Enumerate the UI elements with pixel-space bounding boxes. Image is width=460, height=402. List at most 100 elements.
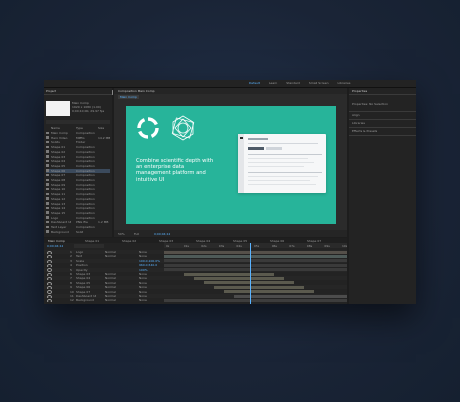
layer-row[interactable]: 3 Scale 100.0,100.0% [44,258,347,263]
label-color-swatch[interactable] [46,164,49,167]
layer-row[interactable]: 6 Shape 03 Normal None [44,272,347,276]
workspace-tab[interactable]: Standard [286,81,300,85]
zoom-select[interactable]: 50% [118,232,125,236]
label-color-swatch[interactable] [46,225,49,228]
column-header-name[interactable]: Name [51,126,60,130]
composition-canvas[interactable]: Combine scientific depth with an enterpr… [126,106,336,224]
label-color-swatch[interactable] [46,187,49,191]
layer-row[interactable]: 2 Text Normal None [44,254,347,259]
layer-name[interactable]: Shape 07 [76,290,90,294]
label-color-swatch[interactable] [46,192,49,196]
layer-name[interactable]: Logo [76,250,83,254]
project-item[interactable]: Shape 10 Composition [46,187,110,191]
layer-parent[interactable]: None [139,250,147,254]
layer-parent[interactable]: None [139,298,147,302]
project-search-input[interactable] [46,120,110,124]
layer-row[interactable]: 8 Shape 05 Normal None [44,281,347,285]
project-item[interactable]: Shape 13 Composition [46,202,110,206]
label-color-swatch[interactable] [46,216,49,219]
resolution-select[interactable]: Full [134,232,139,236]
label-color-swatch[interactable] [46,131,49,134]
project-item[interactable]: Logo Composition [46,216,110,220]
layer-blend-mode[interactable]: Normal [105,254,116,258]
project-item[interactable]: Shape 11 Composition [46,192,110,196]
viewer-tab-title[interactable]: Composition Main Comp [118,89,155,93]
layer-blend-mode[interactable]: Normal [105,294,116,298]
project-item[interactable]: Shape 14 Composition [46,206,110,210]
playhead[interactable] [250,243,251,304]
layer-row[interactable]: 7 Shape 04 Normal None [44,276,347,281]
layer-name[interactable]: Text [76,254,82,258]
project-item[interactable]: Solids Folder [46,140,110,144]
project-item[interactable]: Shape 06 Composition [46,168,110,173]
layer-parent[interactable]: None [139,272,147,276]
layer-blend-mode[interactable]: Normal [105,290,116,294]
layer-duration-bar[interactable] [224,290,314,294]
project-item[interactable]: Text Layer Composition [46,225,110,229]
label-color-swatch[interactable] [46,159,49,163]
layer-name[interactable]: Opacity [76,268,88,272]
effects-presets-section[interactable]: Effects & Presets [352,129,377,133]
layer-duration-bar[interactable] [214,285,304,289]
align-section[interactable]: Align [352,113,360,117]
layer-parent[interactable]: 100% [139,268,148,272]
layer-row[interactable]: 10 Shape 07 Normal None [44,290,347,294]
timeline-tab[interactable]: Main Comp [48,239,65,243]
project-item[interactable]: Shape 05 Composition [46,164,110,168]
workspace-tab[interactable]: Small Screen [309,81,329,85]
layer-blend-mode[interactable]: Normal [105,276,116,280]
timeline-tab[interactable]: Shape 01 [85,239,99,243]
project-item[interactable]: Shape 12 Composition [46,197,110,201]
timeline-tab[interactable]: Shape 06 [270,239,284,243]
timeline-tab[interactable]: Shape 07 [307,239,321,243]
layer-name[interactable]: Position [76,263,88,267]
layer-name[interactable]: Background [76,298,94,302]
project-item[interactable]: Shape 04 Composition [46,159,110,163]
layer-name[interactable]: Scale [76,259,84,263]
layer-parent[interactable]: None [139,276,147,280]
layer-duration-bar[interactable] [164,250,347,254]
label-color-swatch[interactable] [46,220,49,224]
layer-duration-bar[interactable] [164,298,347,302]
label-color-swatch[interactable] [46,136,49,139]
layer-duration-bar[interactable] [164,263,347,267]
workspace-tab[interactable]: Default [249,81,260,85]
workspace-tab[interactable]: Learn [269,81,277,85]
layer-row[interactable]: 4 Position 960.0,540.0 [44,263,347,268]
layer-parent[interactable]: None [139,294,147,298]
layer-blend-mode[interactable]: Normal [105,281,116,285]
layer-blend-mode[interactable]: Normal [105,285,116,289]
timeline-timecode[interactable]: 0;00;04;12 [47,244,63,248]
layer-blend-mode[interactable]: Normal [105,298,116,302]
layer-duration-bar[interactable] [164,254,347,258]
label-color-swatch[interactable] [46,197,49,200]
layer-parent[interactable]: None [139,285,147,289]
project-item[interactable]: Shape 08 Composition [46,178,110,182]
layer-row[interactable]: 9 Shape 06 Normal None [44,285,347,290]
project-item[interactable]: Hero Video MPEG 14.2 MB [46,136,110,140]
layer-duration-bar[interactable] [164,259,347,263]
layer-name[interactable]: Shape 06 [76,285,90,289]
project-item[interactable]: Background Solid [46,230,110,234]
layer-parent[interactable]: None [139,290,147,294]
comp-breadcrumb[interactable]: Main Comp [118,95,139,99]
project-item[interactable]: Main Comp Composition [46,131,110,135]
project-item[interactable]: Shape 03 Composition [46,155,110,159]
layer-duration-bar[interactable] [204,281,294,285]
layer-row[interactable]: 12 Background Normal None [44,298,347,303]
layer-row[interactable]: 5 Opacity 100% [44,267,347,272]
layer-blend-mode[interactable]: Normal [105,272,116,276]
label-color-swatch[interactable] [46,173,49,177]
label-color-swatch[interactable] [46,202,49,205]
layer-name[interactable]: Shape 04 [76,276,90,280]
layer-blend-mode[interactable]: Normal [105,250,116,254]
column-header-size[interactable]: Size [98,126,104,130]
project-item[interactable]: Dashboard UI PNG file 1.2 MB [46,220,110,224]
layer-duration-bar[interactable] [234,294,347,298]
visibility-eye-icon[interactable] [47,299,52,303]
layer-duration-bar[interactable] [184,272,274,276]
label-color-swatch[interactable] [46,183,49,186]
layer-name[interactable]: Dashboard UI [76,294,96,298]
label-color-swatch[interactable] [46,178,49,181]
label-color-swatch[interactable] [46,155,49,158]
